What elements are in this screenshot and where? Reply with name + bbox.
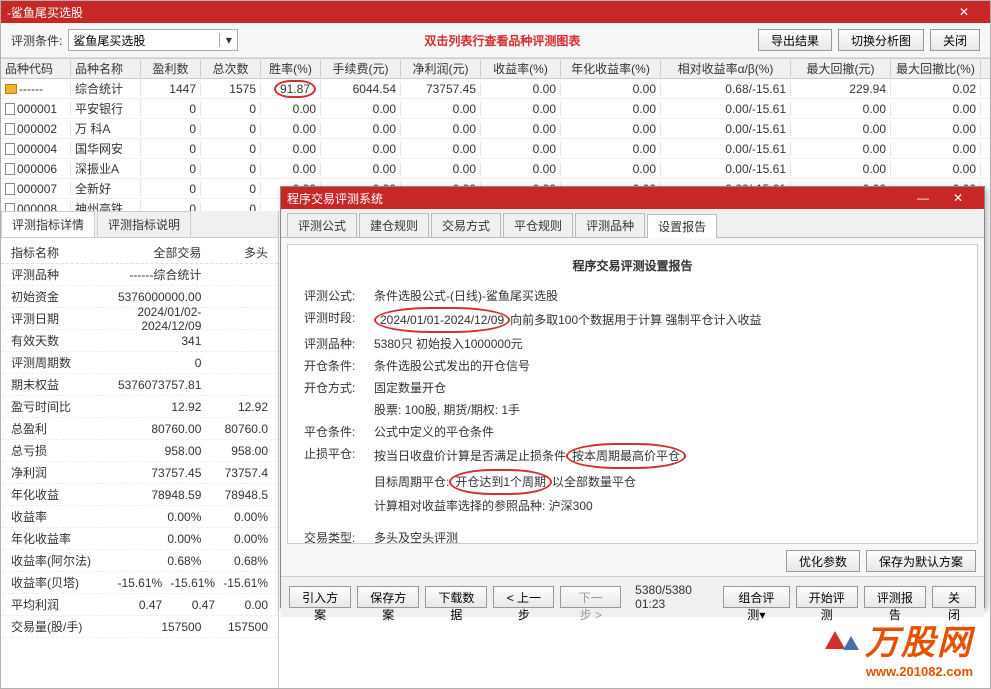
detail-row: 评测品种------综合统计 [1, 264, 278, 286]
dlg-tab-report[interactable]: 设置报告 [647, 214, 717, 238]
dlg-tab-trade[interactable]: 交易方式 [431, 213, 501, 237]
report-dialog: 程序交易评测系统 — ✕ 评测公式 建仓规则 交易方式 平仓规则 评测品种 设置… [280, 186, 985, 608]
download-button[interactable]: 下载数据 [425, 586, 487, 608]
arrow-up-icon [825, 631, 845, 649]
dlg-tab-formula[interactable]: 评测公式 [287, 213, 357, 237]
close-icon[interactable]: ✕ [944, 5, 984, 19]
optimize-button[interactable]: 优化参数 [786, 550, 860, 572]
file-icon [5, 183, 15, 195]
detail-row: 收益率(阿尔法)0.68%0.68% [1, 550, 278, 572]
prev-button[interactable]: < 上一步 [493, 586, 554, 608]
stop-loss-highlight: 按本周期最高价平仓 [566, 443, 686, 469]
table-row[interactable]: 000006深振业A000.000.000.000.000.000.00/-15… [1, 159, 990, 179]
import-button[interactable]: 引入方案 [289, 586, 351, 608]
close-button[interactable]: 关闭 [930, 29, 980, 51]
main-title-bar: -鲨鱼尾买选股 ✕ [1, 1, 990, 23]
report-body: 程序交易评测设置报告 评测公式:条件选股公式-(日线)-鲨鱼尾买选股 评测时段:… [287, 244, 978, 544]
detail-row: 收益率(贝塔)-15.61%-15.61%-15.61% [1, 572, 278, 594]
detail-row: 年化收益率0.00%0.00% [1, 528, 278, 550]
table-row[interactable]: 000001平安银行000.000.000.000.000.000.00/-15… [1, 99, 990, 119]
detail-row: 总盈利80760.0080760.0 [1, 418, 278, 440]
brand-logo: 万股网 www.201082.com [825, 615, 973, 679]
next-button: 下一步 > [560, 586, 621, 608]
detail-row: 盈亏时间比12.9212.92 [1, 396, 278, 418]
detail-pane: 评测指标详情 评测指标说明 指标名称 全部交易 多头 评测品种------综合统… [1, 211, 279, 688]
detail-head: 指标名称 全部交易 多头 [1, 242, 278, 264]
target-period-highlight: 开仓达到1个周期 [449, 469, 552, 495]
switch-chart-button[interactable]: 切换分析图 [838, 29, 924, 51]
dlg-close-button[interactable]: 关闭 [932, 586, 976, 608]
chevron-down-icon[interactable]: ▾ [219, 33, 237, 47]
detail-row: 年化收益78948.5978948.5 [1, 484, 278, 506]
tab-detail[interactable]: 评测指标详情 [1, 211, 95, 237]
dlg-bottom-bar: 引入方案 保存方案 下载数据 < 上一步 下一步 > 5380/5380 01:… [281, 576, 984, 617]
table-row[interactable]: 000002万 科A000.000.000.000.000.000.00/-15… [1, 119, 990, 139]
cond-input[interactable] [69, 33, 219, 47]
table-row[interactable]: 000004国华网安000.000.000.000.000.000.00/-15… [1, 139, 990, 159]
date-range-highlight: 2024/01/01-2024/12/09 [374, 307, 510, 333]
combo-eval-button[interactable]: 组合评测▾ [723, 586, 790, 608]
dlg-title: 程序交易评测系统 [287, 190, 908, 207]
detail-row: 收益率0.00%0.00% [1, 506, 278, 528]
main-title: -鲨鱼尾买选股 [7, 4, 944, 21]
detail-row: 期末权益5376073757.81 [1, 374, 278, 396]
save-default-button[interactable]: 保存为默认方案 [866, 550, 976, 572]
detail-row: 交易量(股/手)157500157500 [1, 616, 278, 638]
detail-row: 平均利润0.470.470.00 [1, 594, 278, 616]
table-row[interactable]: ------综合统计1447157591.876044.5473757.450.… [1, 79, 990, 99]
toolbar: 评测条件: ▾ 双击列表行查看品种评测图表 导出结果 切换分析图 关闭 [1, 23, 990, 58]
tab-desc[interactable]: 评测指标说明 [97, 211, 191, 237]
arrow-up-icon [843, 636, 859, 650]
file-icon [5, 143, 15, 155]
grid-header: 品种代码 品种名称 盈利数 总次数 胜率(%) 手续费(元) 净利润(元) 收益… [1, 59, 990, 79]
minimize-icon[interactable]: — [908, 191, 938, 205]
dlg-tab-symbol[interactable]: 评测品种 [575, 213, 645, 237]
detail-row: 评测周期数0 [1, 352, 278, 374]
dlg-close-icon[interactable]: ✕ [938, 191, 978, 205]
report-title: 程序交易评测设置报告 [304, 255, 961, 277]
dlg-title-bar: 程序交易评测系统 — ✕ [281, 187, 984, 209]
detail-row: 净利润73757.4573757.4 [1, 462, 278, 484]
dlg-tab-open[interactable]: 建仓规则 [359, 213, 429, 237]
eval-report-button[interactable]: 评测报告 [864, 586, 926, 608]
cond-label: 评测条件: [11, 32, 62, 49]
dlg-tabs: 评测公式 建仓规则 交易方式 平仓规则 评测品种 设置报告 [281, 209, 984, 238]
detail-row: 总亏损958.00958.00 [1, 440, 278, 462]
start-eval-button[interactable]: 开始评测 [796, 586, 858, 608]
progress-text: 5380/5380 01:23 [635, 583, 703, 611]
hint-text: 双击列表行查看品种评测图表 [424, 32, 580, 49]
file-icon [5, 163, 15, 175]
folder-icon [5, 84, 17, 94]
detail-row: 有效天数341 [1, 330, 278, 352]
file-icon [5, 103, 15, 115]
save-scheme-button[interactable]: 保存方案 [357, 586, 419, 608]
file-icon [5, 123, 15, 135]
export-button[interactable]: 导出结果 [758, 29, 832, 51]
cond-combo[interactable]: ▾ [68, 29, 238, 51]
dlg-tab-close[interactable]: 平仓规则 [503, 213, 573, 237]
detail-row: 评测日期2024/01/02-2024/12/09 [1, 308, 278, 330]
